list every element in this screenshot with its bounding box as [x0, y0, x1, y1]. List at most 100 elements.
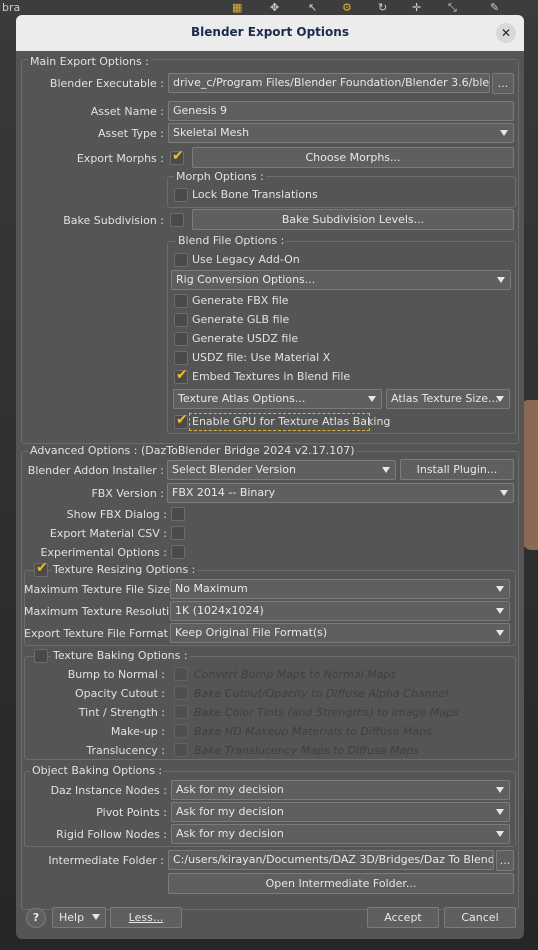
export-csv-label: Export Material CSV :: [49, 527, 167, 540]
baking-item-checkbox[interactable]: [174, 705, 188, 719]
cursor-icon: ↖: [308, 1, 318, 14]
rigid-follow-dropdown[interactable]: Ask for my decision: [171, 824, 510, 844]
generate-fbx-checkbox[interactable]: [174, 294, 188, 308]
generate-usdz-label: Generate USDZ file: [192, 332, 299, 345]
intermediate-folder-label: Intermediate Folder :: [48, 854, 164, 867]
asset-name-field[interactable]: Genesis 9: [168, 101, 514, 121]
fbx-version-dropdown[interactable]: FBX 2014 -- Binary: [167, 483, 514, 503]
fbx-version-value: FBX 2014 -- Binary: [172, 486, 276, 499]
baking-item-label: Bump to Normal :: [67, 668, 165, 681]
atlas-size-value: Atlas Texture Size...: [391, 392, 499, 405]
choose-morphs-button[interactable]: Choose Morphs...: [192, 147, 514, 168]
less-button[interactable]: Less...: [110, 907, 182, 928]
baking-item-text: Bake HD Makeup Materials to Diffuse Maps: [194, 725, 432, 738]
export-csv-checkbox[interactable]: [171, 526, 185, 540]
pivot-points-label: Pivot Points :: [96, 806, 167, 819]
bake-subdivision-button[interactable]: Bake Subdivision Levels...: [192, 209, 514, 230]
max-res-label: Maximum Texture Resolution :: [24, 605, 191, 618]
texture-resizing-checkbox[interactable]: ✔: [34, 560, 48, 577]
baking-item-text: Bake Cutout/Opacity to Diffuse Alpha Cha…: [194, 687, 449, 700]
atlas-size-dropdown[interactable]: Atlas Texture Size...: [386, 389, 510, 409]
texture-atlas-dropdown[interactable]: Texture Atlas Options...: [173, 389, 382, 409]
embed-textures-checkbox[interactable]: ✔: [174, 368, 188, 384]
help-label: Help: [59, 911, 85, 924]
rotate-icon: ↻: [378, 1, 388, 14]
blend-file-title: Blend File Options :: [176, 234, 287, 247]
asset-type-dropdown[interactable]: Skeletal Mesh: [168, 123, 514, 143]
accept-button[interactable]: Accept: [367, 907, 439, 928]
check-icon: ✔: [36, 560, 48, 576]
baking-item-label: Tint / Strength :: [78, 706, 165, 719]
generate-glb-checkbox[interactable]: [174, 313, 188, 327]
toolbar-icon: ▦: [232, 1, 243, 14]
pivot-points-dropdown[interactable]: Ask for my decision: [171, 802, 510, 822]
morph-options-title: Morph Options :: [174, 170, 266, 183]
gpu-atlas-checkbox[interactable]: ✔: [174, 413, 188, 429]
baking-item-checkbox[interactable]: [174, 667, 188, 681]
export-morphs-checkbox[interactable]: ✔: [170, 148, 184, 165]
blender-export-dialog: Blender Export Options ✕ Main Export Opt…: [16, 15, 524, 939]
rigid-follow-value: Ask for my decision: [176, 827, 284, 840]
help-button[interactable]: Help: [52, 907, 106, 928]
chevron-down-icon: [496, 787, 504, 793]
generate-fbx-label: Generate FBX file: [192, 294, 289, 307]
intermediate-folder-field[interactable]: C:/users/kirayan/Documents/DAZ 3D/Bridge…: [168, 850, 494, 870]
advanced-title: Advanced Options : (DazToBlender Bridge …: [28, 444, 357, 457]
instance-nodes-label: Daz Instance Nodes :: [50, 784, 167, 797]
addon-installer-label: Blender Addon Installer :: [27, 464, 164, 477]
close-button[interactable]: ✕: [496, 23, 516, 43]
max-size-dropdown[interactable]: No Maximum: [170, 579, 510, 599]
gpu-atlas-label: Enable GPU for Texture Atlas Baking: [192, 415, 391, 428]
export-morphs-label: Export Morphs :: [76, 152, 164, 165]
dialog-title: Blender Export Options: [191, 25, 349, 39]
bake-subdivision-checkbox[interactable]: [170, 213, 184, 227]
blender-exe-browse-button[interactable]: ...: [492, 73, 514, 94]
max-size-value: No Maximum: [175, 582, 248, 595]
usdz-material-checkbox[interactable]: [174, 351, 188, 365]
blender-version-dropdown[interactable]: Select Blender Version: [167, 460, 396, 480]
bake-subdivision-label: Bake Subdivision :: [63, 214, 164, 227]
chevron-down-icon: [496, 608, 504, 614]
baking-item-label: Translucency :: [86, 744, 165, 757]
open-intermediate-folder-button[interactable]: Open Intermediate Folder...: [168, 873, 514, 894]
texture-format-dropdown[interactable]: Keep Original File Format(s): [170, 623, 510, 643]
rig-conversion-dropdown[interactable]: Rig Conversion Options...: [171, 270, 511, 290]
texture-atlas-value: Texture Atlas Options...: [178, 392, 306, 405]
toolbar-icon: ✥: [270, 1, 280, 14]
experimental-checkbox[interactable]: [171, 545, 185, 559]
texture-format-label: Export Texture File Format :: [24, 627, 176, 640]
baking-item-checkbox[interactable]: [174, 724, 188, 738]
chevron-down-icon: [496, 396, 504, 402]
lock-bone-checkbox[interactable]: [174, 188, 188, 202]
chevron-down-icon: [500, 130, 508, 136]
max-res-dropdown[interactable]: 1K (1024x1024): [170, 601, 510, 621]
asset-name-label: Asset Name :: [90, 105, 164, 118]
texture-baking-title: Texture Baking Options :: [51, 649, 190, 662]
cancel-button[interactable]: Cancel: [444, 907, 516, 928]
blender-version-value: Select Blender Version: [172, 463, 296, 476]
intermediate-browse-button[interactable]: ...: [496, 850, 514, 871]
legacy-addon-checkbox[interactable]: [174, 253, 188, 267]
baking-item-label: Make-up :: [110, 725, 165, 738]
check-icon: ✔: [172, 148, 184, 164]
rigid-follow-label: Rigid Follow Nodes :: [56, 828, 167, 841]
baking-item-checkbox[interactable]: [174, 743, 188, 757]
generate-glb-label: Generate GLB file: [192, 313, 290, 326]
install-plugin-button[interactable]: Install Plugin...: [400, 459, 514, 480]
help-icon-button[interactable]: ?: [26, 908, 46, 928]
asset-type-label: Asset Type :: [97, 127, 164, 140]
generate-usdz-checkbox[interactable]: [174, 332, 188, 346]
baking-item-checkbox[interactable]: [174, 686, 188, 700]
blender-exe-field[interactable]: drive_c/Program Files/Blender Foundation…: [168, 73, 490, 93]
texture-baking-checkbox[interactable]: [34, 649, 48, 663]
baking-item-text: Convert Bump Maps to Normal Maps: [194, 668, 397, 681]
chevron-down-icon: [368, 396, 376, 402]
pivot-points-value: Ask for my decision: [176, 805, 284, 818]
blender-exe-label: Blender Executable :: [49, 77, 164, 90]
texture-resizing-title: Texture Resizing Options :: [51, 563, 198, 576]
show-fbx-checkbox[interactable]: [171, 507, 185, 521]
texture-format-value: Keep Original File Format(s): [175, 626, 328, 639]
usdz-material-label: USDZ file: Use Material X: [192, 351, 331, 364]
experimental-label: Experimental Options :: [40, 546, 168, 559]
instance-nodes-dropdown[interactable]: Ask for my decision: [171, 780, 510, 800]
